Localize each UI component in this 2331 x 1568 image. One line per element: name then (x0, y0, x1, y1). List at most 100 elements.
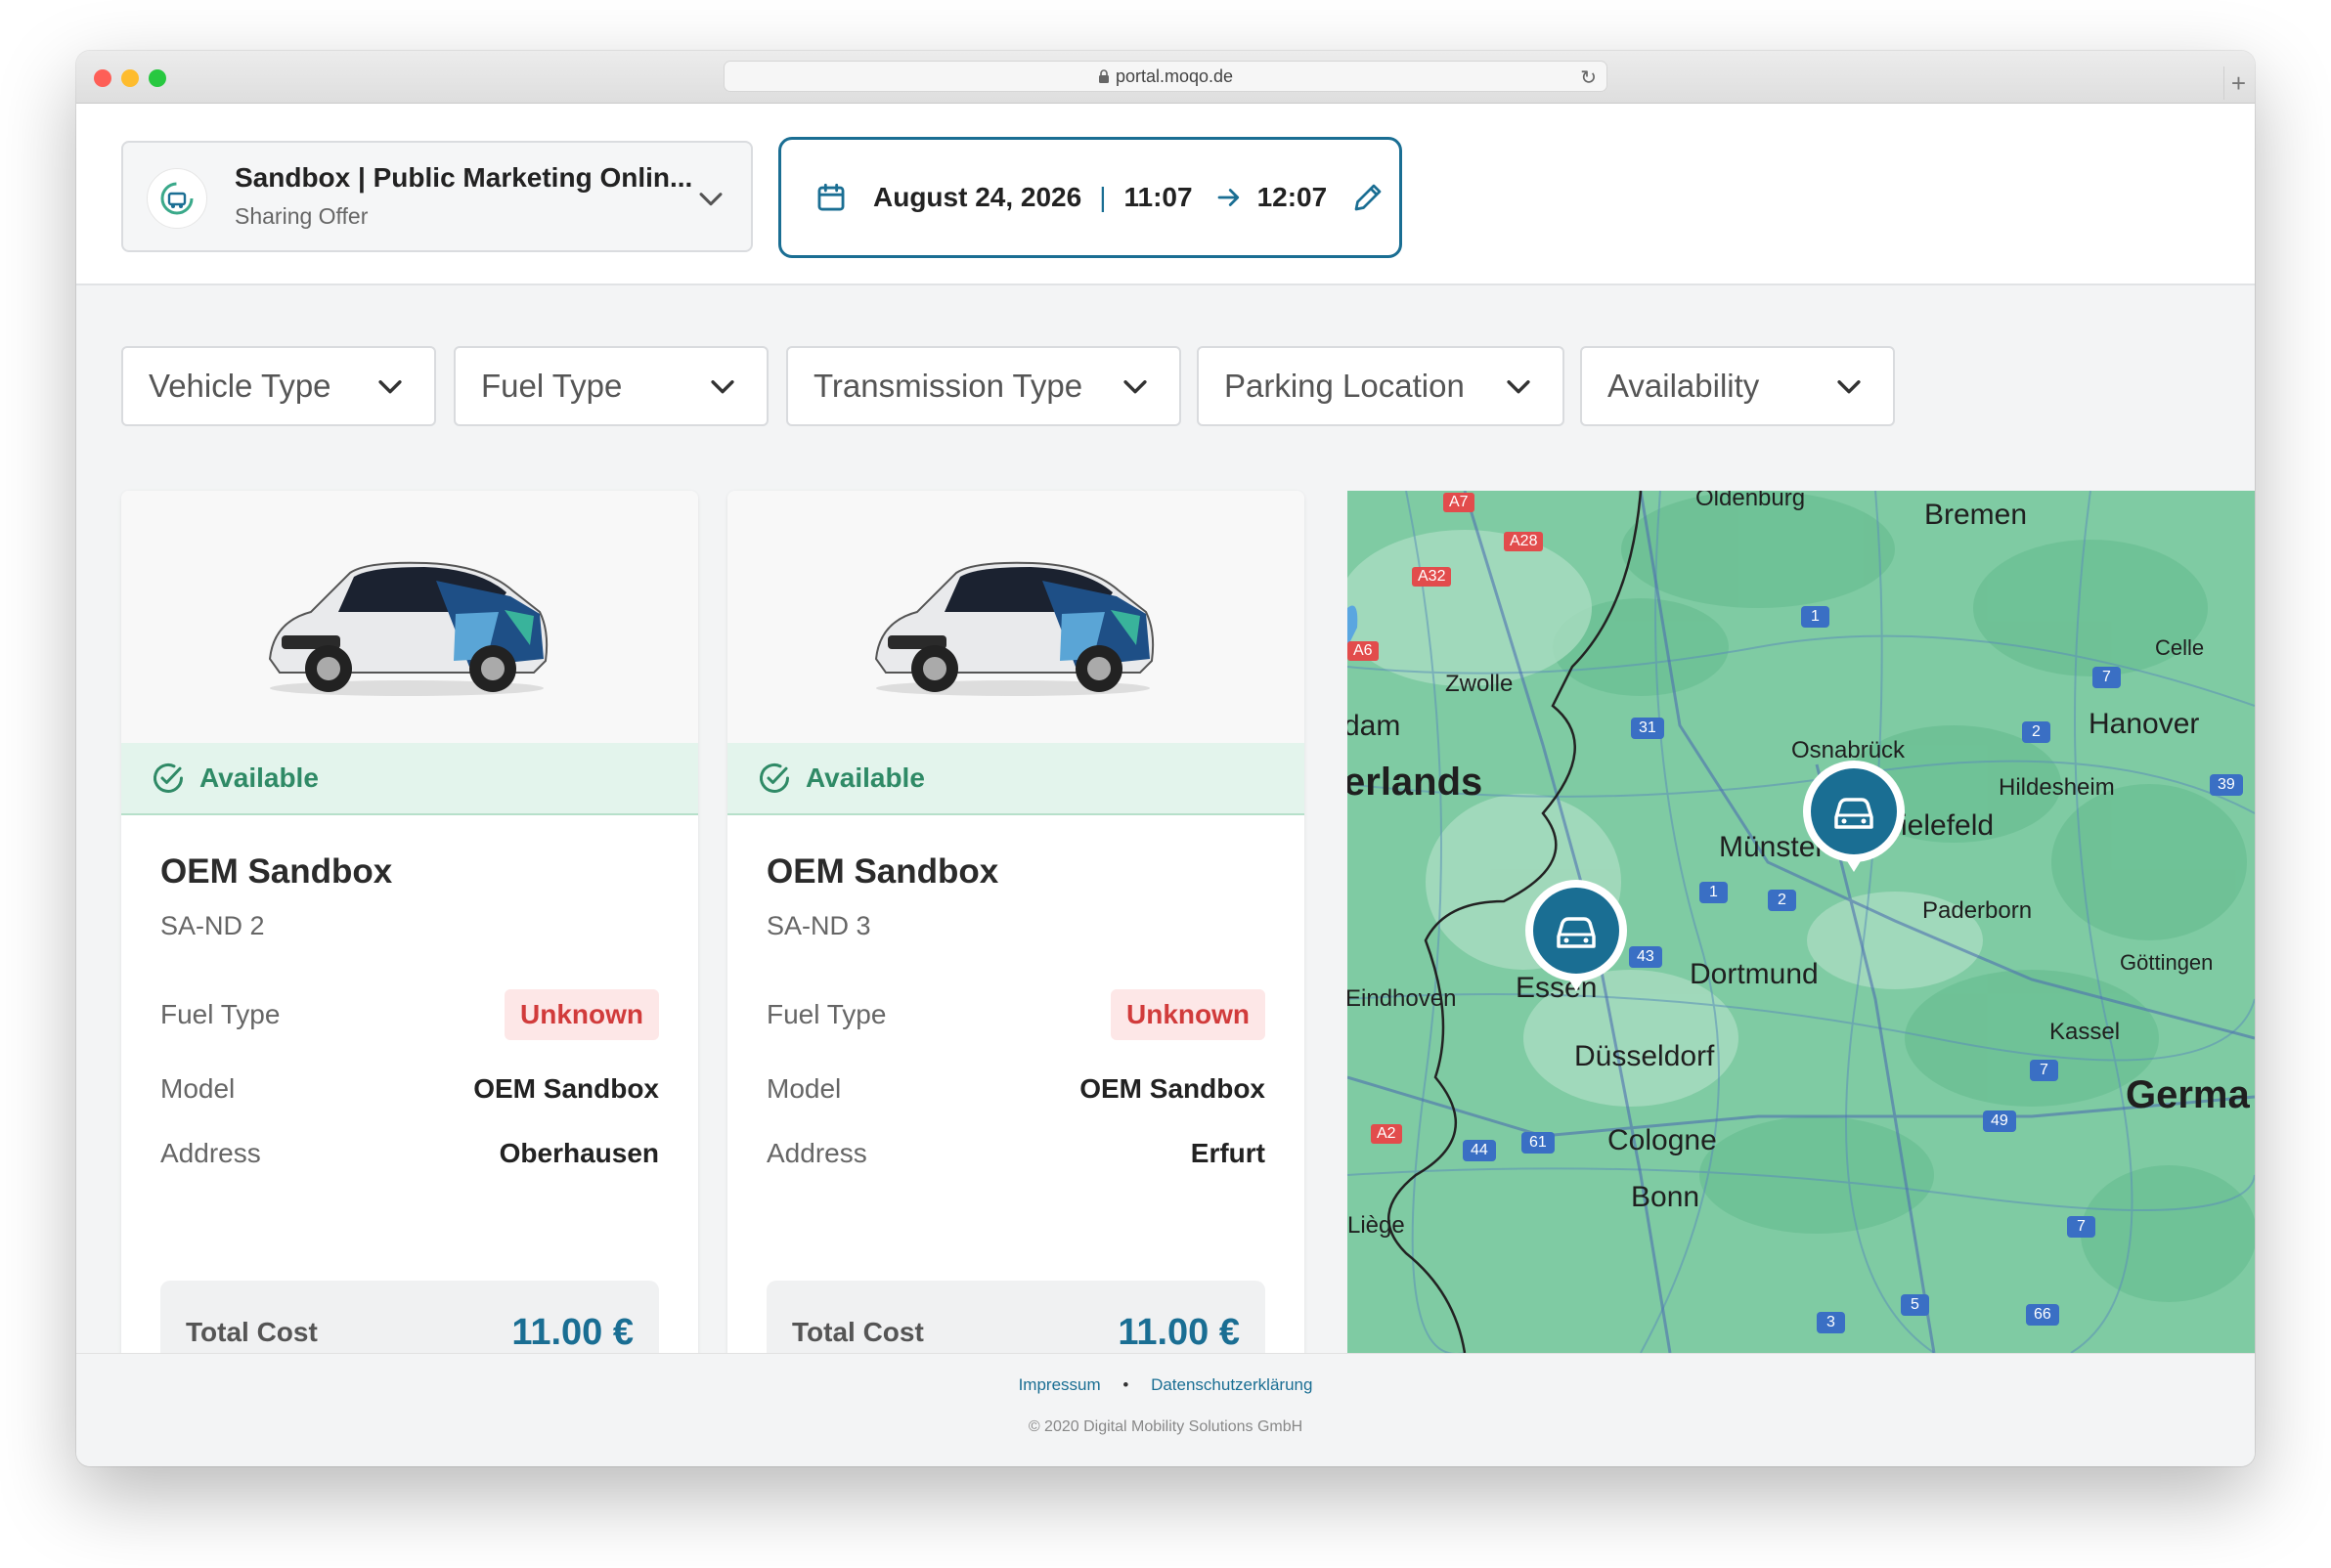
availability-label: Available (199, 762, 319, 793)
road-badge: 39 (2210, 774, 2243, 796)
model-row: Model OEM Sandbox (160, 1062, 659, 1116)
road-badge: 49 (1983, 1111, 2016, 1132)
booking-date: August 24, 2026 (873, 182, 1082, 212)
map-city-label: Paderborn (1922, 897, 2033, 924)
road-badge: 5 (1901, 1294, 1929, 1316)
road-badge: A32 (1412, 567, 1452, 587)
new-tab-button[interactable]: + (2223, 66, 2253, 100)
car-marker-icon[interactable] (1523, 878, 1629, 995)
check-circle-icon (760, 762, 789, 793)
check-circle-icon (154, 762, 183, 793)
date-separator: | (1099, 182, 1107, 212)
road-badge: 1 (1699, 882, 1728, 903)
organization-logo-icon (160, 182, 194, 215)
map-city-label: dam (1347, 710, 1401, 742)
filter-parking-location[interactable]: Parking Location (1197, 346, 1564, 426)
total-cost-value: 11.00 € (511, 1311, 634, 1353)
pencil-icon[interactable] (1350, 180, 1385, 215)
model-label: Model (160, 1073, 236, 1104)
footer-separator: • (1122, 1375, 1129, 1394)
vehicle-image (727, 491, 1304, 743)
availability-status: Available (727, 743, 1304, 815)
road-badge: 7 (2030, 1060, 2058, 1081)
road-badge: 2 (1768, 890, 1796, 911)
url-text: portal.moqo.de (1115, 65, 1234, 86)
browser-window: portal.moqo.de ↻ + Sandbox | Public Mark… (76, 51, 2255, 1466)
maximize-window-button[interactable] (149, 69, 166, 87)
license-plate: SA-ND 2 (160, 911, 265, 940)
map-city-label: Hildesheim (1999, 774, 2115, 801)
fuel-type-row: Fuel Type Unknown (160, 987, 659, 1042)
filter-label: Availability (1607, 368, 1760, 404)
minimize-window-button[interactable] (121, 69, 139, 87)
filter-transmission-type[interactable]: Transmission Type (786, 346, 1181, 426)
browser-titlebar: portal.moqo.de ↻ + (76, 51, 2255, 104)
filter-label: Parking Location (1224, 368, 1465, 404)
address-bar[interactable]: portal.moqo.de ↻ (724, 61, 1607, 92)
map-city-label: Zwolle (1445, 671, 1514, 697)
road-badge: 31 (1631, 718, 1664, 739)
filter-fuel-type[interactable]: Fuel Type (454, 346, 769, 426)
road-badge: 2 (2022, 721, 2050, 743)
fuel-type-label: Fuel Type (767, 999, 887, 1029)
start-time: 11:07 (1123, 182, 1193, 212)
map-city-label: Oldenburg (1695, 491, 1806, 511)
road-badge: A6 (1347, 641, 1379, 661)
booking-date-range[interactable]: August 24, 2026 | 11:07 12:07 (778, 137, 1402, 258)
road-badge: 61 (1521, 1132, 1555, 1154)
availability-status: Available (121, 743, 698, 815)
chevron-down-icon (699, 193, 723, 206)
organization-logo (147, 168, 207, 229)
organization-selector[interactable]: Sandbox | Public Marketing Onlin... Shar… (121, 141, 753, 252)
vehicle-card[interactable]: Available OEM Sandbox SA-ND 2 Fuel Type … (121, 491, 698, 1390)
chevron-down-icon (1837, 380, 1861, 394)
road-badge: A28 (1504, 532, 1544, 551)
map-city-label: Bremen (1924, 499, 2028, 531)
filter-availability[interactable]: Availability (1580, 346, 1895, 426)
filter-label: Vehicle Type (149, 368, 331, 404)
road-badge: 66 (2026, 1304, 2059, 1326)
map-country-label: erlands (1347, 761, 1483, 804)
address-row: Address Erfurt (767, 1126, 1265, 1181)
arrow-right-icon (1217, 189, 1239, 206)
road-badge: 7 (2092, 667, 2121, 688)
page-footer: Impressum • Datenschutzerklärung © 2020 … (76, 1353, 2255, 1466)
model-label: Model (767, 1073, 842, 1104)
total-cost-label: Total Cost (186, 1317, 318, 1347)
total-cost-label: Total Cost (792, 1317, 924, 1347)
filter-label: Transmission Type (814, 368, 1083, 404)
chevron-down-icon (1123, 380, 1147, 394)
map-city-label: Düsseldorf (1574, 1040, 1715, 1072)
map-city-label: Eindhoven (1347, 985, 1457, 1012)
close-window-button[interactable] (94, 69, 111, 87)
lock-icon (1098, 69, 1109, 83)
address-row: Address Oberhausen (160, 1126, 659, 1181)
reload-icon[interactable]: ↻ (1580, 65, 1597, 90)
privacy-link[interactable]: Datenschutzerklärung (1151, 1375, 1312, 1394)
road-badge: 7 (2067, 1216, 2095, 1238)
calendar-icon (817, 183, 845, 211)
total-cost-value: 11.00 € (1118, 1311, 1240, 1353)
filter-vehicle-type[interactable]: Vehicle Type (121, 346, 436, 426)
model-value: OEM Sandbox (1079, 1073, 1265, 1104)
organization-subtitle: Sharing Offer (235, 203, 369, 229)
road-badge: A7 (1443, 493, 1474, 512)
address-label: Address (767, 1138, 867, 1168)
impressum-link[interactable]: Impressum (1019, 1375, 1101, 1394)
car-marker-icon[interactable] (1801, 759, 1907, 876)
map-city-label: Göttingen (2120, 950, 2214, 975)
map-city-label: Bonn (1631, 1181, 1700, 1213)
map-country-label: Germa (2126, 1073, 2250, 1116)
road-badge: 44 (1463, 1140, 1496, 1161)
organization-name: Sandbox | Public Marketing Onlin... (235, 162, 693, 193)
page-header: Sandbox | Public Marketing Onlin... Shar… (76, 104, 2255, 285)
chevron-down-icon (711, 380, 734, 394)
vehicle-image (121, 491, 698, 743)
copyright: © 2020 Digital Mobility Solutions GmbH (1028, 1418, 1303, 1435)
end-time: 12:07 (1256, 182, 1328, 212)
road-badge: 3 (1817, 1312, 1845, 1333)
vehicle-map[interactable]: Oldenburg Bremen Celle Zwolle dam erland… (1347, 491, 2255, 1353)
fuel-type-label: Fuel Type (160, 999, 281, 1029)
vehicle-card[interactable]: Available OEM Sandbox SA-ND 3 Fuel Type … (727, 491, 1304, 1390)
fuel-type-row: Fuel Type Unknown (767, 987, 1265, 1042)
